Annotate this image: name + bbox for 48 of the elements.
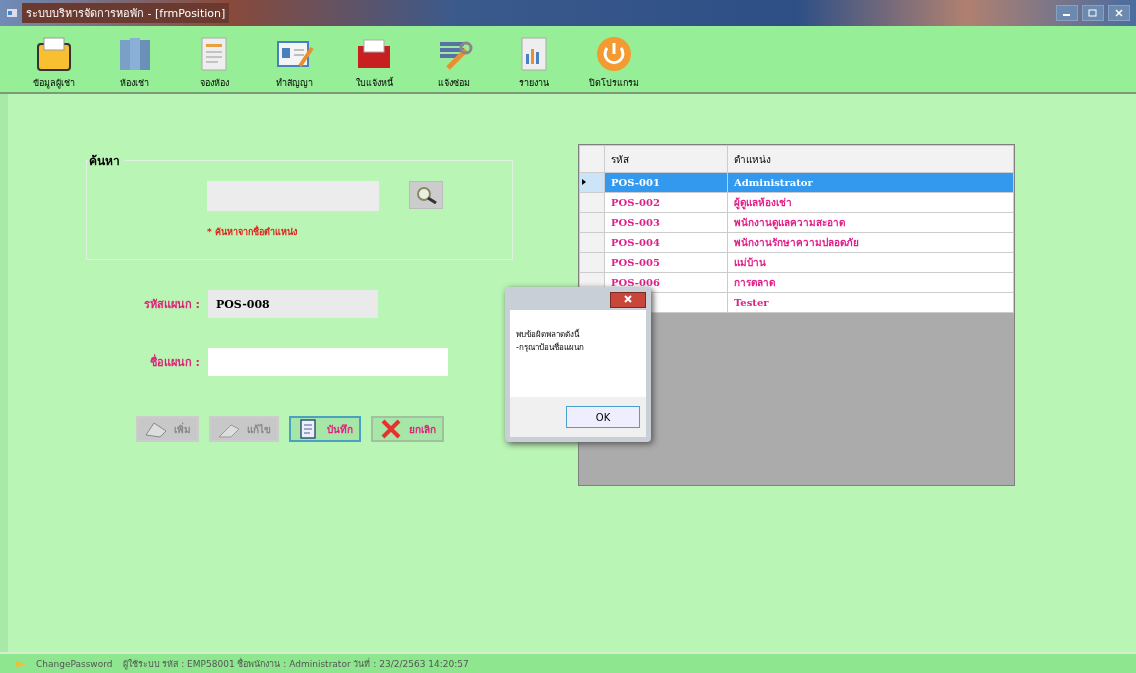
toolbar-button[interactable]: ทำสัญญา: [264, 34, 324, 90]
search-field[interactable]: [207, 181, 379, 211]
power-icon: [594, 34, 634, 74]
table-cell: POS-004: [611, 237, 660, 248]
table-cell: POS-006: [611, 277, 660, 288]
maximize-button[interactable]: [1082, 5, 1104, 21]
toolbar-button[interactable]: รายงาน: [504, 34, 564, 90]
search-button[interactable]: [409, 181, 443, 209]
table-cell: POS-003: [611, 217, 660, 228]
status-text: ผู้ใช้ระบบ รหัส : EMP58001 ชื่อพนักงาน : Administrator วันที่ : 23/2/2563 14:20:57: [122, 657, 469, 671]
table-cell: พนักงานดูแลความสะอาด: [734, 217, 845, 228]
toolbar-button[interactable]: ข้อมูลผู้เช่า: [24, 34, 84, 90]
app-icon: [6, 7, 18, 19]
toolbar-button[interactable]: ปิดโปรแกรม: [584, 34, 644, 90]
text-field[interactable]: POS-008: [208, 290, 378, 318]
column-header[interactable]: ตำแหน่ง: [727, 145, 1014, 173]
toolbar-button[interactable]: จองห้อง: [184, 34, 244, 90]
close-icon: [1114, 9, 1124, 17]
close-icon: [623, 294, 633, 304]
dialog-message: พบข้อผิดพลาดดังนี้ -กรุณาป้อนชื่อแผนก: [510, 310, 646, 397]
row-pointer-icon: [580, 178, 588, 186]
table-cell: Administrator: [734, 177, 813, 188]
close-button[interactable]: [610, 292, 646, 308]
field-label: รหัสแผนก :: [142, 297, 201, 313]
table-cell: Tester: [734, 297, 769, 308]
ok-button[interactable]: OK: [566, 406, 640, 428]
search-hint: * ค้นหาจากชื่อตำแหน่ง: [207, 224, 298, 239]
change-password-link[interactable]: ChangePassword: [36, 658, 113, 669]
maximize-icon: [1088, 9, 1098, 17]
toolbar-button[interactable]: ห้องเช่า: [104, 34, 164, 90]
search-icon: [414, 186, 438, 204]
table-cell: การตลาด: [734, 277, 775, 288]
table-cell: POS-002: [611, 197, 660, 208]
cross-icon: [379, 419, 403, 439]
minimize-button[interactable]: [1056, 5, 1078, 21]
table-cell: POS-001: [611, 177, 660, 188]
toolbar-button[interactable]: แจ้งซ่อม: [424, 34, 484, 90]
table-cell: พนักงานรักษาความปลอดภัย: [734, 237, 859, 248]
table-cell: ผู้ดูแลห้องเช่า: [734, 197, 792, 208]
folder-icon: [34, 34, 74, 74]
field-label: ชื่อแผนก :: [148, 353, 201, 371]
text-field[interactable]: [208, 348, 448, 376]
column-header[interactable]: รหัส: [604, 145, 728, 173]
window-title: ระบบบริหารจัดการหอพัก - [frmPosition]: [22, 3, 230, 23]
toolbar-button[interactable]: ใบแจ้งหนี้: [344, 34, 404, 90]
row-header: [579, 145, 605, 173]
table-cell: แม่บ้าน: [734, 257, 766, 268]
table-cell: POS-005: [611, 257, 660, 268]
